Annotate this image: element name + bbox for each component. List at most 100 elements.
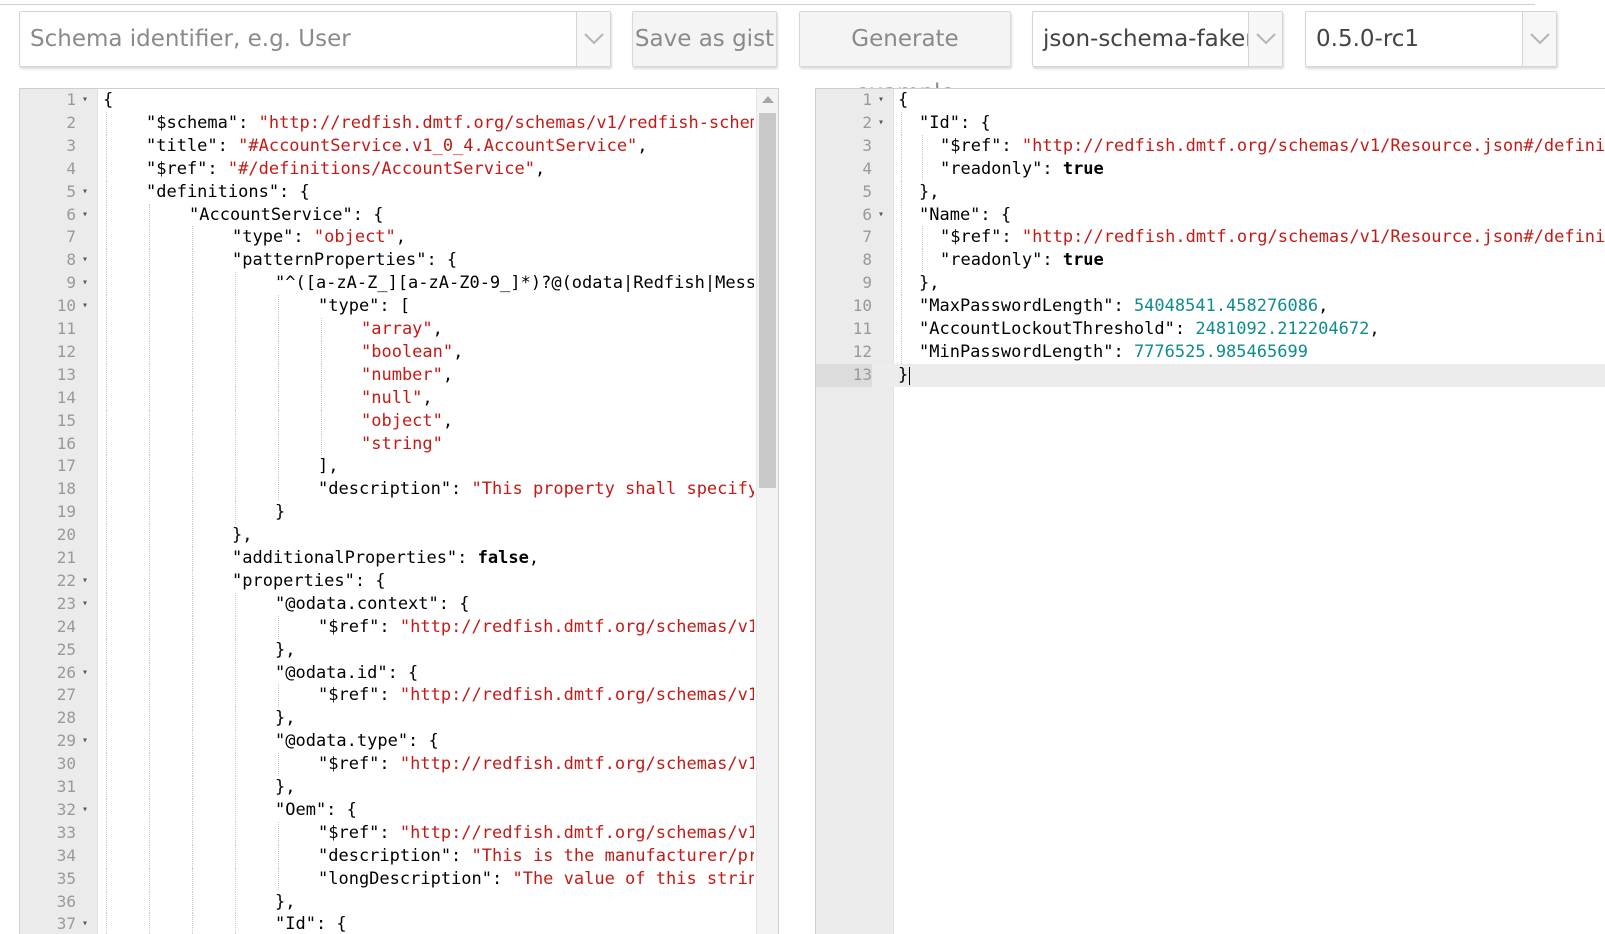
- code-text: "array",: [361, 318, 754, 341]
- schema-identifier-dropdown-toggle[interactable]: [576, 12, 610, 66]
- code-line[interactable]: 4 "$ref": "#/definitions/AccountService",: [20, 157, 778, 181]
- code-line[interactable]: 34 "description": "This is the manufactur…: [20, 844, 778, 868]
- code-line[interactable]: 27 "$ref": "http://redfish.dmtf.org/schem…: [20, 684, 778, 708]
- code-token: "http://redfish.dmtf.org/schemas/v1/Reso…: [399, 822, 754, 843]
- code-line[interactable]: 24 "$ref": "http://redfish.dmtf.org/schem…: [20, 615, 778, 639]
- schema-editor[interactable]: 1 ▾ {2 "$schema": "http://redfish.dmtf.org/…: [19, 88, 779, 934]
- indent-guide: [106, 798, 107, 822]
- fold-toggle-icon[interactable]: ▾: [82, 89, 88, 112]
- example-output-editor[interactable]: 1 ▾ {2 ▾ "Id": {3 "$ref": "http://redfish.dmt…: [815, 88, 1605, 934]
- code-line[interactable]: 1 ▾ {: [20, 89, 778, 112]
- code-line[interactable]: 22 ▾ "properties": {: [20, 569, 778, 593]
- code-line[interactable]: 7 "type": "object",: [20, 226, 778, 250]
- indent-guide: [106, 134, 107, 158]
- code-text: },: [275, 891, 754, 914]
- code-line[interactable]: 31},: [20, 776, 778, 799]
- code-text: },: [275, 707, 754, 730]
- code-line[interactable]: 17],: [20, 455, 778, 479]
- code-line[interactable]: 16 "string": [20, 432, 778, 456]
- code-line[interactable]: 26 ▾ "@odata.id": {: [20, 661, 778, 685]
- indent-guide: [149, 844, 150, 868]
- schema-identifier-combobox[interactable]: [19, 11, 611, 67]
- code-line[interactable]: 8 ▾ "patternProperties": {: [20, 249, 778, 273]
- code-line[interactable]: 7 "$ref": "http://redfish.dmtf.org/schema…: [816, 226, 1605, 250]
- fold-toggle-icon[interactable]: ▾: [82, 181, 88, 204]
- schema-editor-scrollbar[interactable]: [756, 89, 778, 934]
- line-number: 29: [56, 731, 76, 751]
- fold-toggle-icon[interactable]: ▾: [82, 799, 88, 822]
- fold-toggle-icon[interactable]: ▾: [82, 295, 88, 318]
- code-line[interactable]: 8 "readonly": true: [816, 249, 1605, 273]
- code-line[interactable]: 25},: [20, 638, 778, 662]
- fold-toggle-icon[interactable]: ▾: [82, 662, 88, 685]
- fold-toggle-icon[interactable]: ▾: [878, 112, 884, 135]
- indent-guide: [106, 913, 107, 934]
- fold-toggle-icon[interactable]: ▾: [878, 204, 884, 227]
- indent-guide: [106, 386, 107, 410]
- code-line[interactable]: 19}: [20, 501, 778, 525]
- code-line[interactable]: 4 "readonly": true: [816, 157, 1605, 181]
- scrollbar-thumb[interactable]: [759, 113, 776, 488]
- code-line[interactable]: 6 ▾ "Name": {: [816, 203, 1605, 227]
- code-token: "http://redfish.dmtf.org/schemas/v1/odat…: [399, 754, 754, 775]
- code-token: ],: [318, 456, 339, 477]
- code-line[interactable]: 10 "MaxPasswordLength": 54048541.45827608…: [816, 295, 1605, 318]
- fold-toggle-icon[interactable]: ▾: [82, 249, 88, 272]
- code-text: "Name": {: [919, 204, 1605, 227]
- indent-guide: [149, 753, 150, 776]
- code-line[interactable]: 2 ▾ "Id": {: [816, 111, 1605, 135]
- code-line[interactable]: 28},: [20, 707, 778, 731]
- code-line[interactable]: 12 "boolean",: [20, 340, 778, 364]
- generate-example-button[interactable]: Generate example: [799, 11, 1011, 106]
- fold-toggle-icon[interactable]: ▾: [82, 730, 88, 753]
- code-line[interactable]: 13 "number",: [20, 363, 778, 387]
- version-select[interactable]: 0.5.0-rc1: [1305, 11, 1557, 67]
- code-line[interactable]: 32 ▾ "Oem": {: [20, 798, 778, 822]
- scroll-up-arrow-icon[interactable]: [762, 96, 774, 103]
- code-line[interactable]: 37 ▾ "Id": {: [20, 913, 778, 934]
- code-line[interactable]: 14 "null",: [20, 386, 778, 410]
- fold-toggle-icon[interactable]: ▾: [82, 570, 88, 593]
- code-line[interactable]: 13}: [816, 363, 1605, 387]
- schema-identifier-input[interactable]: [20, 12, 576, 66]
- code-line[interactable]: 6 ▾ "AccountService": {: [20, 203, 778, 227]
- code-line[interactable]: 35 "longDescription": "The value of this …: [20, 867, 778, 891]
- code-token: "MaxPasswordLength":: [919, 296, 1134, 317]
- version-dropdown-toggle[interactable]: [1522, 12, 1556, 66]
- code-line[interactable]: 29 ▾ "@odata.type": {: [20, 730, 778, 754]
- code-line[interactable]: 10 ▾ "type": [: [20, 295, 778, 318]
- fold-toggle-icon[interactable]: ▾: [878, 89, 884, 112]
- code-text: },: [232, 524, 754, 547]
- indent-guide: [106, 661, 107, 685]
- faker-library-dropdown-toggle[interactable]: [1248, 12, 1282, 66]
- code-line[interactable]: 1 ▾ {: [816, 89, 1605, 112]
- indent-guide: [321, 432, 322, 456]
- faker-library-select[interactable]: json-schema-faker...: [1032, 11, 1283, 67]
- code-line[interactable]: 11 "AccountLockoutThreshold": 2481092.212…: [816, 318, 1605, 341]
- line-number: 1: [862, 90, 872, 109]
- code-line[interactable]: 12 "MinPasswordLength": 7776525.985465699: [816, 340, 1605, 364]
- code-line[interactable]: 3 "$ref": "http://redfish.dmtf.org/schema…: [816, 134, 1605, 158]
- code-line[interactable]: 23 ▾ "@odata.context": {: [20, 592, 778, 616]
- code-line[interactable]: 33 "$ref": "http://redfish.dmtf.org/schem…: [20, 821, 778, 845]
- code-line[interactable]: 5 ▾ "definitions": {: [20, 180, 778, 204]
- code-line[interactable]: 20},: [20, 524, 778, 547]
- code-line[interactable]: 9 ▾ "^([a-zA-Z_][a-zA-Z0-9_]*)?@(odata|Red…: [20, 272, 778, 296]
- code-line[interactable]: 21 "additionalProperties": false,: [20, 547, 778, 570]
- code-line[interactable]: 9},: [816, 272, 1605, 296]
- code-line[interactable]: 18 "description": "This property shall sp…: [20, 478, 778, 502]
- fold-toggle-icon[interactable]: ▾: [82, 272, 88, 295]
- code-token: "$ref":: [318, 754, 400, 775]
- indent-guide: [106, 867, 107, 891]
- fold-toggle-icon[interactable]: ▾: [82, 593, 88, 616]
- code-line[interactable]: 11 "array",: [20, 318, 778, 341]
- code-line[interactable]: 3 "title": "#AccountService.v1_0_4.Accoun…: [20, 134, 778, 158]
- code-line[interactable]: 36},: [20, 890, 778, 914]
- code-line[interactable]: 15 "object",: [20, 409, 778, 433]
- code-line[interactable]: 30 "$ref": "http://redfish.dmtf.org/schem…: [20, 753, 778, 776]
- fold-toggle-icon[interactable]: ▾: [82, 913, 88, 934]
- code-line[interactable]: 5},: [816, 180, 1605, 204]
- fold-toggle-icon[interactable]: ▾: [82, 204, 88, 227]
- code-line[interactable]: 2 "$schema": "http://redfish.dmtf.org/sch…: [20, 111, 778, 135]
- save-as-gist-button[interactable]: Save as gist: [632, 11, 777, 67]
